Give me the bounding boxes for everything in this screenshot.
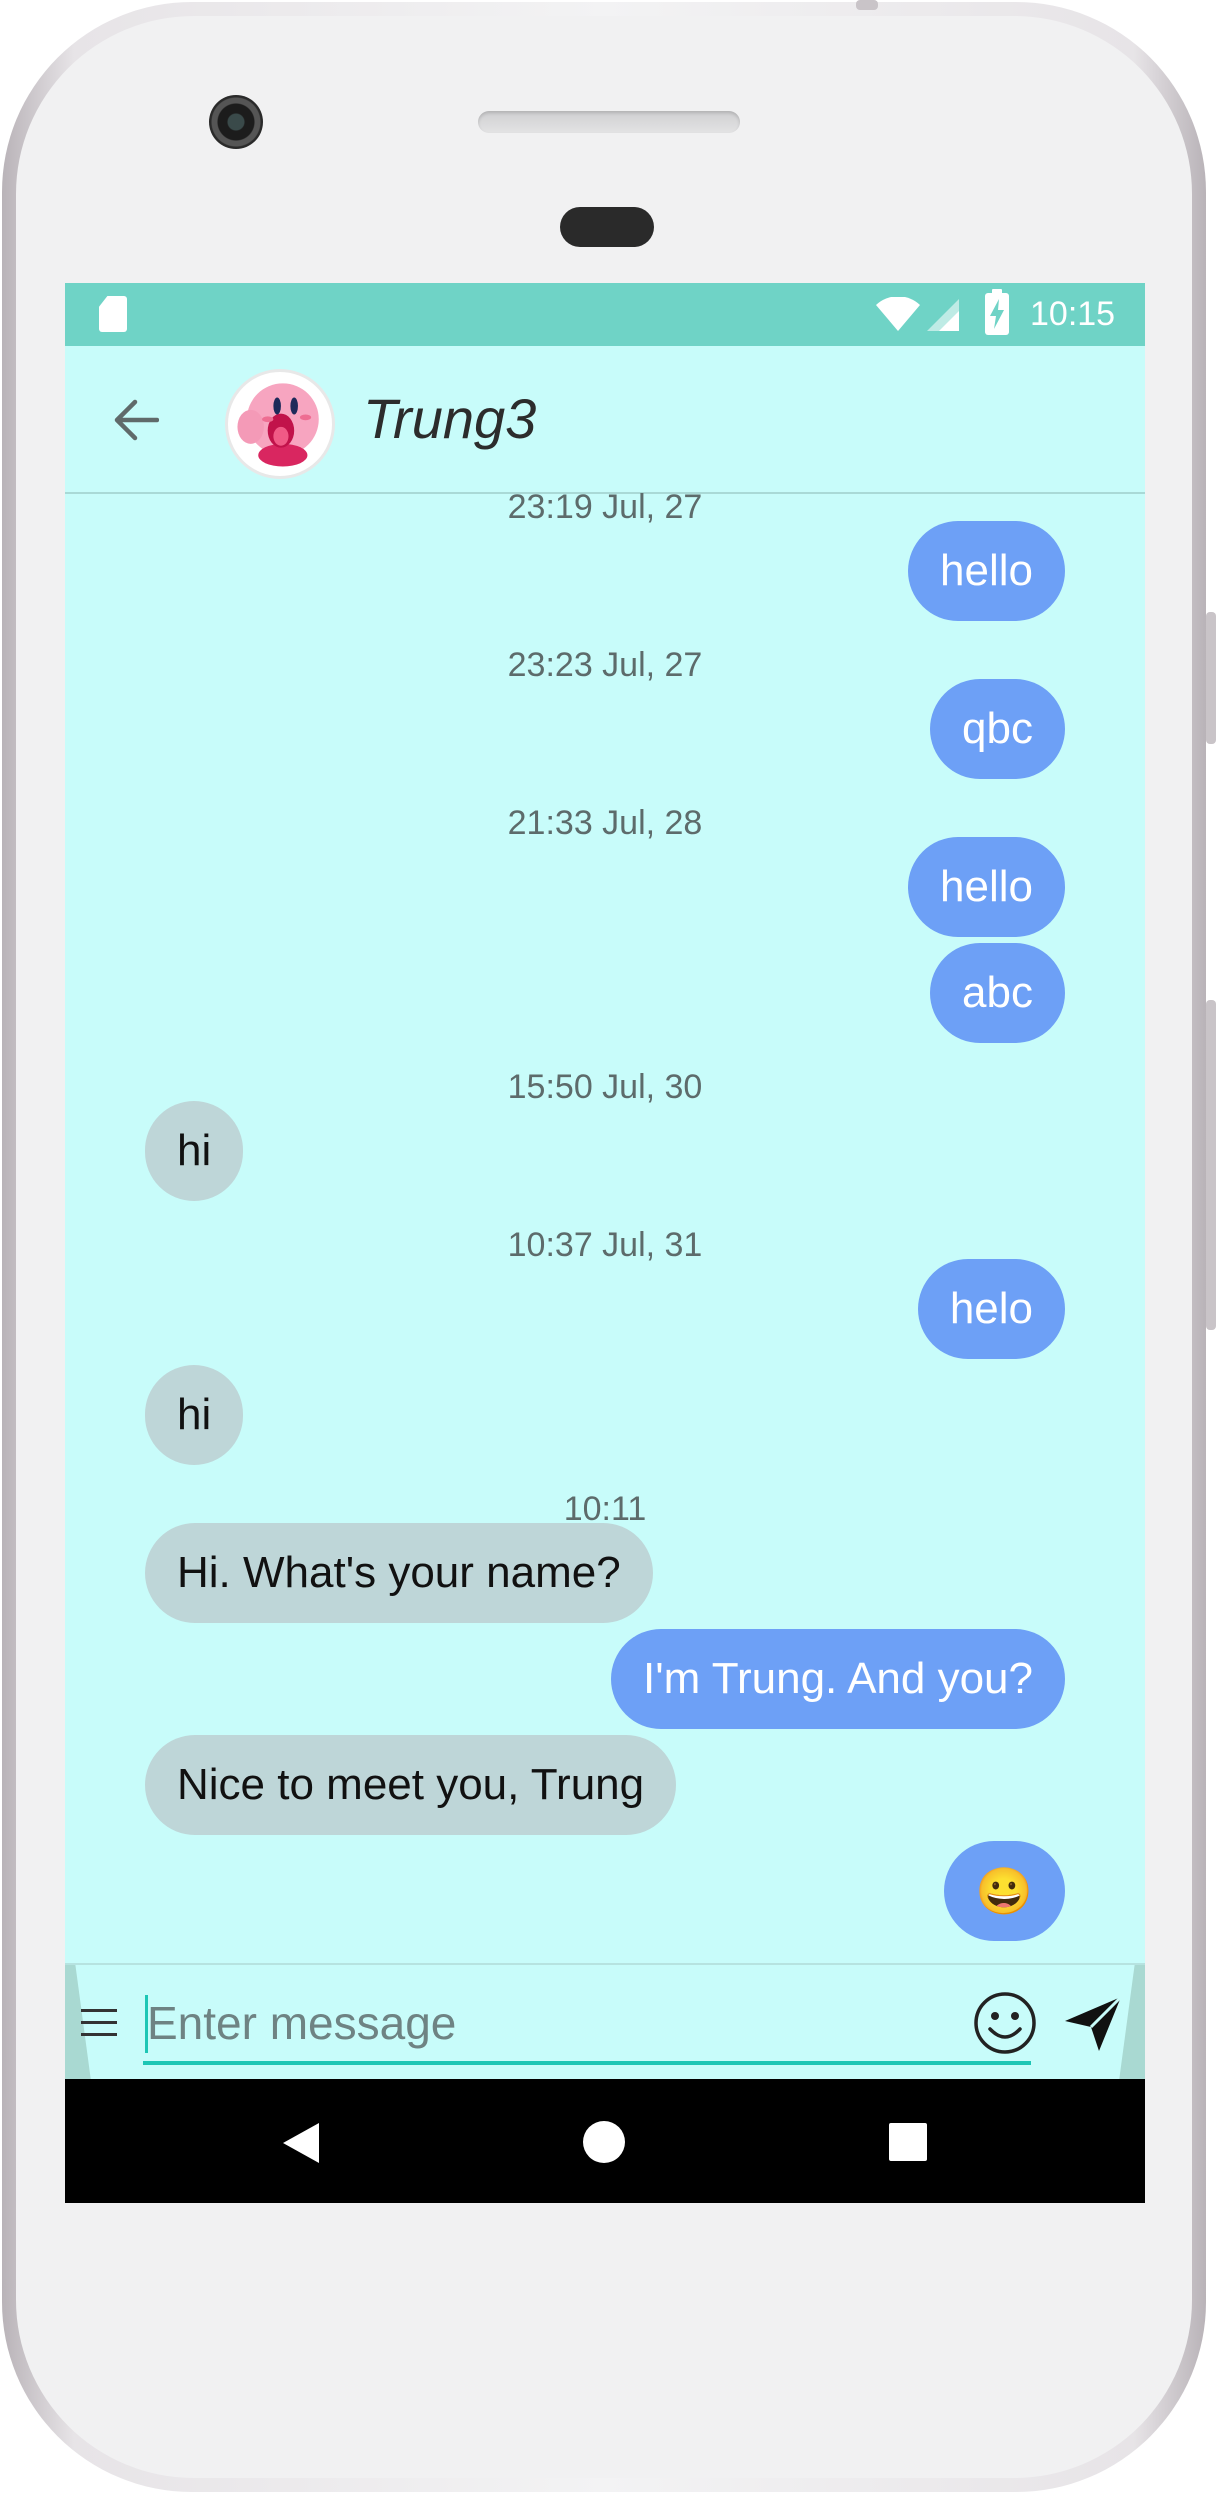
incoming-message[interactable]: hi xyxy=(145,1101,244,1201)
volume-button xyxy=(1206,1000,1216,1330)
outgoing-message[interactable]: helo xyxy=(917,1259,1065,1359)
outgoing-message[interactable]: abc xyxy=(930,943,1065,1043)
front-camera xyxy=(209,95,263,149)
battery-icon xyxy=(985,289,1009,335)
system-navigation-bar xyxy=(65,2079,1145,2203)
message-input[interactable] xyxy=(143,1985,1031,2065)
chat-header: Trung3 xyxy=(65,346,1145,494)
back-arrow-icon[interactable] xyxy=(113,398,159,442)
earpiece-speaker xyxy=(478,111,740,133)
contact-avatar[interactable] xyxy=(225,369,335,479)
outgoing-message[interactable]: qbc xyxy=(930,679,1065,779)
incoming-message[interactable]: hi xyxy=(145,1365,244,1465)
status-time: 10:15 xyxy=(1030,295,1116,333)
hamburger-menu-icon[interactable] xyxy=(81,2009,117,2039)
status-bar: 10:15 xyxy=(65,283,1145,346)
outgoing-message[interactable]: I'm Trung. And you? xyxy=(611,1629,1065,1729)
contact-name[interactable]: Trung3 xyxy=(363,386,536,451)
nav-recents-icon[interactable] xyxy=(889,2123,927,2161)
incoming-message[interactable]: Hi. What's your name? xyxy=(145,1523,653,1623)
incoming-message[interactable]: Nice to meet you, Trung xyxy=(145,1735,677,1835)
text-caret xyxy=(145,1995,148,2053)
send-icon[interactable] xyxy=(1063,1993,1123,2053)
screen: 10:15 Trung3 23:19 Jul, 27 hello 23:23 J… xyxy=(65,283,1145,2203)
outgoing-message[interactable]: hello xyxy=(908,837,1065,937)
nav-back-icon[interactable] xyxy=(281,2121,321,2165)
proximity-sensor xyxy=(560,207,654,247)
message-composer xyxy=(65,1963,1145,2081)
message-timestamp: 15:50 Jul, 30 xyxy=(507,1068,703,1106)
smiley-icon[interactable] xyxy=(973,1991,1037,2055)
sd-card-icon xyxy=(99,296,127,332)
top-edge-detail xyxy=(856,0,878,10)
power-button xyxy=(1206,612,1216,744)
outgoing-message[interactable]: hello xyxy=(908,521,1065,621)
outgoing-emoji-message[interactable]: 😀 xyxy=(943,1841,1065,1941)
cell-signal-icon xyxy=(927,299,959,331)
nav-home-icon[interactable] xyxy=(583,2121,625,2163)
message-list[interactable]: 23:19 Jul, 27 hello 23:23 Jul, 27 qbc 21… xyxy=(65,488,1145,1963)
wifi-icon xyxy=(876,297,920,331)
